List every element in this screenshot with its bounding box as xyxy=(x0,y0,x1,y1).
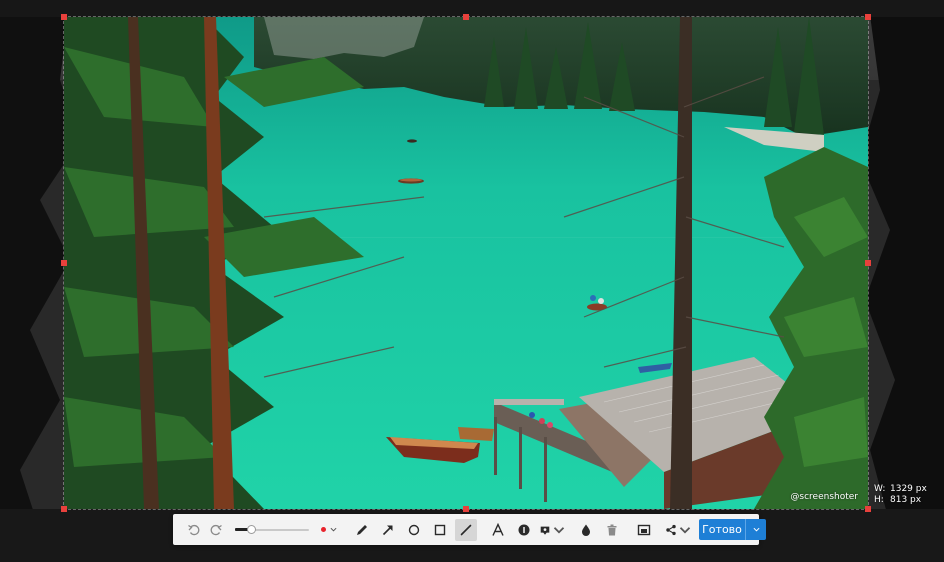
marker-tool-button[interactable] xyxy=(455,518,477,541)
width-value: 1329 px xyxy=(890,484,927,494)
watermark-label: @screenshoter xyxy=(790,492,858,502)
height-value: 813 px xyxy=(890,495,922,505)
square-icon xyxy=(434,524,446,535)
redo-button[interactable] xyxy=(205,519,227,541)
resize-handle-bottom[interactable] xyxy=(463,506,469,512)
circle-icon xyxy=(408,524,420,535)
done-button-group: Готово xyxy=(699,519,766,540)
resize-handle-bottom-left[interactable] xyxy=(61,506,67,512)
done-button[interactable]: Готово xyxy=(699,519,745,540)
drop-icon xyxy=(582,524,590,536)
screenshot-copy-button[interactable] xyxy=(633,519,655,541)
screenshot-editor: @screenshoter W: 1329 px H: 813 px Готов… xyxy=(0,0,944,562)
undo-button[interactable] xyxy=(183,519,205,541)
resize-handle-top-left[interactable] xyxy=(61,14,67,20)
arrow-tool-button[interactable] xyxy=(377,519,399,541)
stamp-icon xyxy=(540,526,550,535)
resize-handle-top-right[interactable] xyxy=(865,14,871,20)
trash-icon xyxy=(607,524,617,535)
width-label: W: xyxy=(874,484,886,494)
resize-handle-top[interactable] xyxy=(463,14,469,20)
capture-selection[interactable]: @screenshoter xyxy=(63,16,869,510)
counter-tool-button[interactable] xyxy=(513,519,535,541)
resize-handle-left[interactable] xyxy=(61,260,67,266)
selection-size-readout: W: 1329 px H: 813 px xyxy=(874,484,927,506)
delete-button[interactable] xyxy=(601,519,623,541)
marker-icon xyxy=(460,524,472,535)
color-swatch xyxy=(321,527,326,532)
editor-toolbar: Готово xyxy=(173,514,766,545)
chevron-down-icon xyxy=(553,526,565,534)
blur-tool-button[interactable] xyxy=(575,519,597,541)
text-tool-button[interactable] xyxy=(487,519,509,541)
chevron-down-icon xyxy=(753,527,759,532)
text-icon xyxy=(492,522,504,536)
done-options-button[interactable] xyxy=(745,519,766,540)
ellipse-tool-button[interactable] xyxy=(403,519,425,541)
rectangle-tool-button[interactable] xyxy=(429,519,451,541)
height-label: H: xyxy=(874,495,884,505)
counter-icon xyxy=(518,524,530,535)
share-button[interactable] xyxy=(665,519,691,541)
chevron-down-icon xyxy=(330,527,337,532)
line-thickness-slider[interactable] xyxy=(235,519,309,541)
screen-icon xyxy=(637,524,651,535)
captured-lake-photo xyxy=(64,17,868,509)
redo-icon xyxy=(210,524,222,535)
color-picker[interactable] xyxy=(317,519,341,541)
pencil-icon xyxy=(357,524,367,535)
resize-handle-bottom-right[interactable] xyxy=(865,506,871,512)
arrow-icon xyxy=(382,524,393,535)
resize-handle-right[interactable] xyxy=(865,260,871,266)
undo-icon xyxy=(188,524,200,535)
stamp-tool-button[interactable] xyxy=(539,519,565,541)
chevron-down-icon xyxy=(679,526,691,534)
slider-knob[interactable] xyxy=(246,524,256,534)
share-icon xyxy=(666,524,676,535)
pencil-tool-button[interactable] xyxy=(351,519,373,541)
